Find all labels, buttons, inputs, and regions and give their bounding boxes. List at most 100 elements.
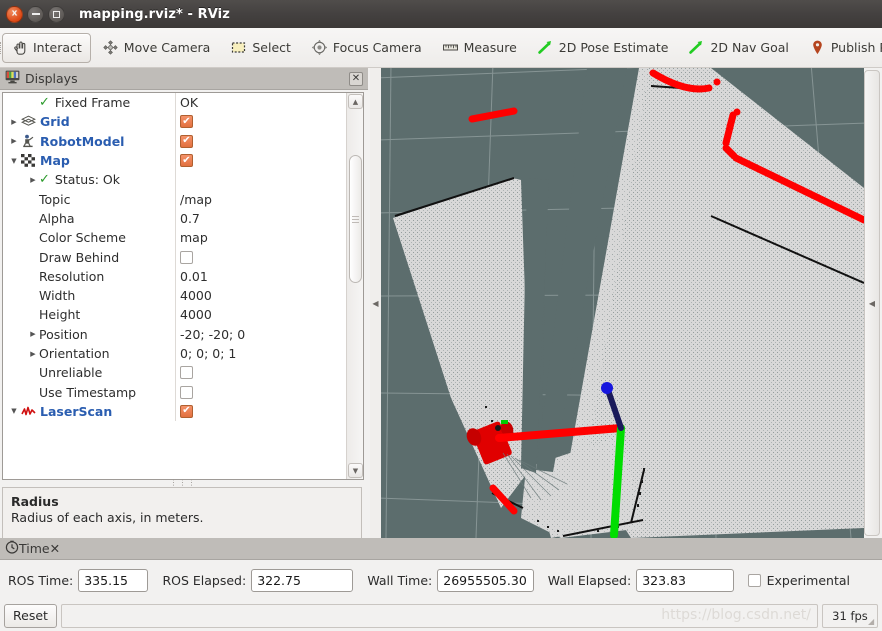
display-enable-checkbox[interactable]: ✔ bbox=[180, 250, 193, 264]
display-row-value: 0.7 bbox=[180, 210, 200, 226]
display-row-value-cell[interactable]: -20; -20; 0 bbox=[175, 324, 347, 344]
display-row[interactable]: Topic/map bbox=[3, 189, 347, 209]
time-field-input[interactable]: 323.83 bbox=[636, 568, 734, 592]
display-row[interactable]: ▶ Orientation 0; 0; 0; 1 bbox=[3, 343, 347, 364]
display-enable-checkbox[interactable]: ✔ bbox=[180, 115, 193, 129]
display-row[interactable]: ▶ Position -20; -20; 0 bbox=[3, 324, 347, 344]
display-row[interactable]: Unreliable ✔ bbox=[3, 363, 347, 383]
display-enable-checkbox[interactable]: ✔ bbox=[180, 366, 193, 380]
chevron-right-icon[interactable]: ▶ bbox=[8, 112, 20, 131]
display-row-value-cell[interactable]: ✔ bbox=[175, 401, 347, 422]
watermark-text: https://blog.csdn.net/ bbox=[661, 606, 811, 623]
tool-2d-pose-estimate-label: 2D Pose Estimate bbox=[558, 40, 669, 55]
display-row-value-cell[interactable]: ✔ bbox=[175, 382, 347, 402]
displays-scrollbar[interactable]: ▲ ▼ bbox=[346, 93, 363, 479]
tool-interact[interactable]: Interact bbox=[2, 32, 91, 63]
display-row[interactable]: Color Scheme map bbox=[3, 228, 347, 248]
chevron-right-icon[interactable]: ▶ bbox=[8, 132, 20, 151]
chevron-down-icon[interactable]: ▼ bbox=[8, 402, 20, 421]
display-row-value-cell[interactable]: ✔ bbox=[175, 247, 347, 267]
rviz-window: x mapping.rviz* - RViz Interact Move Cam… bbox=[0, 0, 882, 631]
toolbar-drag-handle[interactable] bbox=[0, 28, 1, 68]
tool-publish-point[interactable]: Publish Point bbox=[800, 33, 882, 63]
tool-interact-label: Interact bbox=[33, 40, 82, 55]
displays-tree-body[interactable]: ✓ Fixed Frame OK ▶ Grid ✔ ▶ RobotModel ✔ ▼ Map ✔ ▶ ✓ S… bbox=[3, 93, 347, 479]
tool-move-camera[interactable]: Move Camera bbox=[93, 33, 220, 63]
chevron-right-icon[interactable]: ▶ bbox=[27, 170, 39, 189]
display-enable-checkbox[interactable]: ✔ bbox=[180, 134, 193, 148]
map-pin-icon bbox=[809, 39, 826, 56]
time-field-input[interactable]: 322.75 bbox=[251, 568, 354, 592]
display-row-name-cell: ▶ ✓ Status: Ok bbox=[3, 170, 175, 189]
display-row-value: 4000 bbox=[180, 288, 212, 304]
display-row-value-cell[interactable]: 4000 bbox=[175, 305, 347, 325]
displays-panel-header: Displays ✕ bbox=[0, 68, 368, 90]
tool-2d-pose-estimate[interactable]: 2D Pose Estimate bbox=[528, 33, 678, 63]
window-controls: x bbox=[0, 5, 65, 23]
display-row[interactable]: Alpha 0.7 bbox=[3, 208, 347, 229]
display-row-value-cell[interactable]: 0.01 bbox=[175, 266, 347, 286]
experimental-toggle[interactable]: Experimental bbox=[747, 573, 874, 588]
maximize-window-button[interactable] bbox=[48, 5, 65, 23]
display-enable-checkbox[interactable]: ✔ bbox=[180, 385, 193, 399]
display-row-value-cell[interactable]: OK bbox=[175, 93, 347, 113]
display-row-label: Grid bbox=[40, 114, 70, 130]
scroll-up-icon[interactable]: ▲ bbox=[348, 94, 363, 109]
tool-2d-nav-goal[interactable]: 2D Nav Goal bbox=[679, 33, 797, 63]
display-row[interactable]: Height 4000 bbox=[3, 305, 347, 325]
time-field-label: ROS Time: bbox=[8, 572, 74, 588]
close-icon[interactable]: ✕ bbox=[50, 541, 60, 556]
display-row[interactable]: ▼ LaserScan ✔ bbox=[3, 401, 347, 422]
chevron-right-icon[interactable]: ▶ bbox=[27, 344, 39, 363]
display-row[interactable]: ✓ Fixed Frame OK bbox=[3, 93, 347, 113]
display-row-value-cell[interactable] bbox=[175, 170, 347, 190]
status-ok-icon: ✓ bbox=[39, 95, 50, 111]
tool-2d-nav-goal-label: 2D Nav Goal bbox=[710, 40, 789, 55]
chevron-down-icon[interactable]: ▼ bbox=[8, 151, 20, 170]
display-row[interactable]: Use Timestamp ✔ bbox=[3, 382, 347, 402]
display-row-value-cell[interactable]: ✔ bbox=[175, 150, 347, 171]
axis-z-tip bbox=[601, 382, 613, 394]
display-row-label: Height bbox=[39, 307, 81, 323]
display-row[interactable]: Draw Behind ✔ bbox=[3, 247, 347, 267]
display-row[interactable]: Resolution 0.01 bbox=[3, 266, 347, 286]
grid-icon bbox=[20, 115, 36, 129]
display-row-value-cell[interactable]: ✔ bbox=[175, 363, 347, 383]
display-row-value-cell[interactable]: 4000 bbox=[175, 285, 347, 306]
tool-focus-camera[interactable]: Focus Camera bbox=[302, 33, 431, 63]
reset-button[interactable]: Reset bbox=[4, 603, 57, 628]
display-enable-checkbox[interactable]: ✔ bbox=[180, 404, 193, 418]
focus-camera-icon bbox=[311, 39, 328, 56]
right-panel-collapse-handle[interactable]: ◀ bbox=[864, 70, 880, 536]
display-row-value-cell[interactable]: 0.7 bbox=[175, 208, 347, 229]
display-row-value-cell[interactable]: ✔ bbox=[175, 112, 347, 132]
display-row-label: Unreliable bbox=[39, 365, 103, 381]
display-enable-checkbox[interactable]: ✔ bbox=[180, 154, 193, 168]
minimize-window-button[interactable] bbox=[27, 5, 44, 23]
close-window-button[interactable]: x bbox=[6, 5, 23, 23]
display-row[interactable]: ▶ RobotModel ✔ bbox=[3, 131, 347, 151]
display-row[interactable]: Width 4000 bbox=[3, 285, 347, 306]
time-field-label: Wall Time: bbox=[367, 572, 433, 588]
experimental-checkbox[interactable] bbox=[747, 573, 761, 587]
close-icon[interactable]: ✕ bbox=[349, 71, 363, 86]
display-row-value-cell[interactable]: 0; 0; 0; 1 bbox=[175, 343, 347, 364]
display-row[interactable]: ▶ ✓ Status: Ok bbox=[3, 170, 347, 190]
tool-measure[interactable]: Measure bbox=[433, 33, 526, 63]
render-viewport-3d[interactable] bbox=[381, 68, 864, 538]
display-row-value: 0; 0; 0; 1 bbox=[180, 346, 237, 361]
panel-splitter[interactable]: ⋮⋮⋮ bbox=[2, 478, 364, 487]
display-row-value-cell[interactable]: map bbox=[175, 228, 347, 248]
display-row[interactable]: ▼ Map ✔ bbox=[3, 150, 347, 171]
display-row[interactable]: ▶ Grid ✔ bbox=[3, 112, 347, 132]
scroll-down-icon[interactable]: ▼ bbox=[348, 463, 363, 478]
left-panel-collapse-handle[interactable]: ◀ bbox=[370, 68, 381, 538]
display-row-value-cell[interactable]: /map bbox=[175, 189, 347, 209]
scrollbar-thumb[interactable] bbox=[349, 155, 362, 283]
time-field-input[interactable]: 335.15 bbox=[78, 568, 149, 592]
resize-grip-icon[interactable]: ◢ bbox=[868, 618, 880, 630]
time-field-input[interactable]: 26955505.30 bbox=[437, 568, 534, 592]
tool-select[interactable]: Select bbox=[221, 33, 300, 63]
chevron-right-icon[interactable]: ▶ bbox=[27, 325, 39, 344]
display-row-value-cell[interactable]: ✔ bbox=[175, 131, 347, 151]
